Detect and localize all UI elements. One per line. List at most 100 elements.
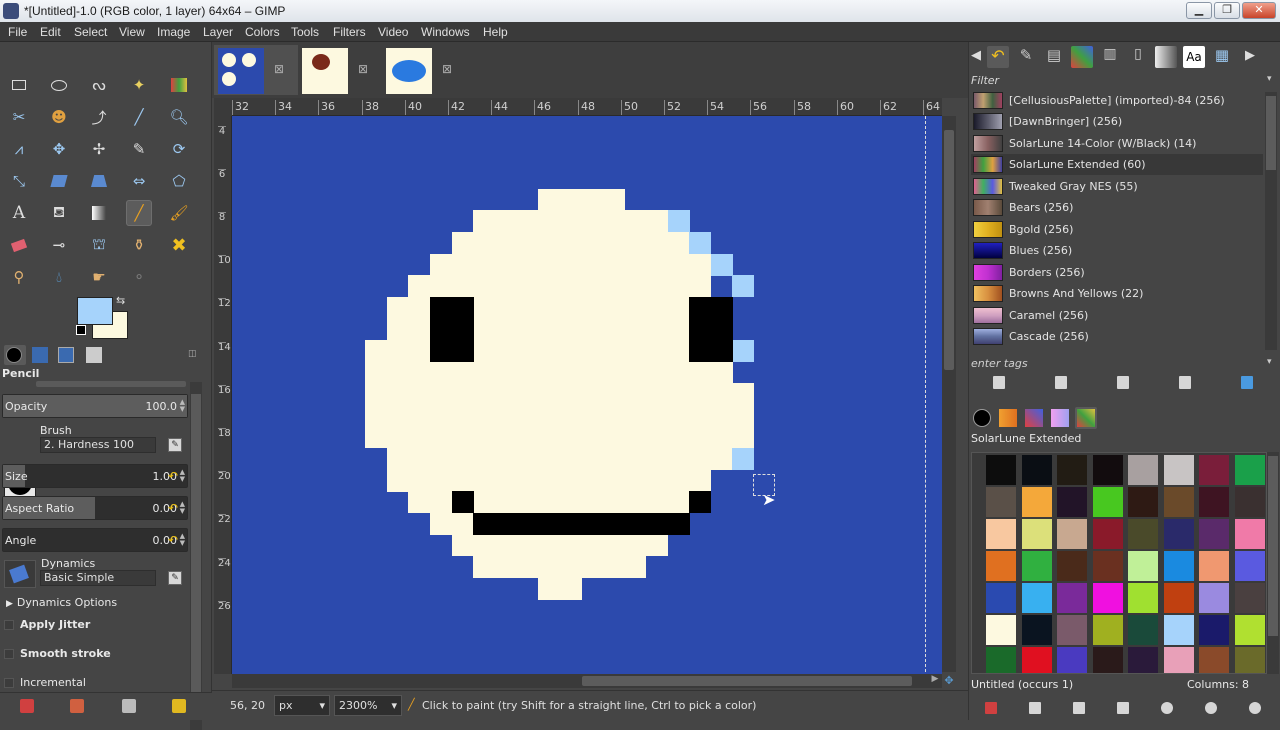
close-button[interactable]: ✕ [1242, 2, 1276, 19]
image-tab-smiley[interactable]: ⊠ [214, 45, 298, 95]
ellipse-select-tool-icon[interactable] [46, 72, 72, 98]
aspect-ratio-slider[interactable]: Aspect Ratio 0.00 ▲ ▼ [2, 496, 188, 520]
patterns-tab-icon[interactable]: ▤ [1043, 46, 1065, 68]
blur-sharpen-tool-icon[interactable]: 💧︎ [46, 264, 72, 290]
image-tab-fish[interactable]: ⊠ [382, 45, 466, 95]
list-item[interactable]: Caramel (256) [971, 305, 1263, 326]
list-item[interactable]: Cascade (256) [971, 326, 1263, 347]
tool-options-scroll-thumb[interactable] [191, 394, 201, 714]
palette-swatch[interactable] [1234, 615, 1265, 645]
columns-field[interactable]: Columns: 8 [1187, 678, 1249, 691]
palette-swatch[interactable] [1092, 551, 1123, 581]
tab-scroll-left-icon[interactable]: ◀ [971, 48, 981, 63]
list-item[interactable]: SolarLune 14-Color (W/Black) (14) [971, 133, 1263, 154]
text-tool-icon[interactable]: A [6, 200, 32, 226]
palette-swatch[interactable] [1057, 551, 1087, 581]
palette-swatch[interactable] [1057, 583, 1087, 613]
palette-swatch[interactable] [1128, 551, 1158, 581]
menu-view[interactable]: View [119, 25, 145, 39]
swatch-grid-scroll-thumb[interactable] [1268, 456, 1278, 636]
dynamics-edit-icon[interactable]: ✎ [168, 571, 182, 585]
palette-swatch[interactable] [1199, 615, 1229, 645]
ink-tool-icon[interactable]: ⛫ [86, 232, 112, 258]
gradient-tab-icon[interactable] [1049, 407, 1071, 429]
opacity-spinner-icon[interactable]: ▲ ▼ [180, 399, 185, 413]
dock-menu-icon[interactable]: ▾ [1267, 74, 1272, 84]
fuzzy-select-tool-icon[interactable]: ✦ [126, 72, 152, 98]
delete-options-icon[interactable] [122, 699, 136, 713]
palette-swatch[interactable] [1234, 455, 1265, 485]
list-item[interactable]: [CellusiousPalette] (imported)-84 (256) [971, 90, 1263, 111]
device-status-tab-icon[interactable] [30, 345, 52, 365]
dynamics-name-field[interactable]: Basic Simple [40, 570, 156, 586]
palette-swatch[interactable] [1092, 583, 1123, 613]
palette-swatch[interactable] [1021, 455, 1052, 485]
paintbrush-tool-icon[interactable]: 🖌︎ [166, 200, 192, 226]
pencil-tool-icon[interactable]: ╱ [126, 200, 152, 226]
perspective-clone-tool-icon[interactable]: ⚲ [6, 264, 32, 290]
blend-tool-icon[interactable] [86, 200, 112, 226]
palette-swatch[interactable] [1092, 615, 1123, 645]
crop-tool-icon[interactable]: ✎ [126, 136, 152, 162]
scale-tool-icon[interactable]: ⤡ [6, 168, 32, 194]
reset-options-icon[interactable] [172, 699, 186, 713]
menu-colors[interactable]: Colors [245, 25, 280, 39]
restore-options-icon[interactable] [70, 699, 84, 713]
palette-swatch[interactable] [1163, 455, 1194, 485]
tab-scroll-right-icon[interactable]: ▶ [1245, 48, 1255, 63]
templates-tab-icon[interactable]: ▦ [1211, 46, 1233, 68]
palette-swatch[interactable] [1021, 519, 1052, 549]
undo-history-tab-icon[interactable] [56, 345, 78, 365]
menu-image[interactable]: Image [157, 25, 190, 39]
edit-palette-icon[interactable] [993, 376, 1005, 389]
swatch-grid-scrollbar[interactable] [1267, 452, 1279, 674]
palette-swatch[interactable] [1199, 455, 1229, 485]
palette-swatch[interactable] [1057, 519, 1087, 549]
zoom-selector[interactable]: 2300% ▾ [334, 695, 402, 716]
airbrush-tool-icon[interactable]: ⊸ [46, 232, 72, 258]
images-tab-icon[interactable] [84, 345, 106, 365]
reset-colors-icon[interactable] [76, 325, 86, 335]
palette-swatch[interactable] [1234, 519, 1265, 549]
tags-dropdown-icon[interactable]: ▾ [1267, 357, 1272, 367]
measure-tool-icon[interactable]: ⩘ [6, 136, 32, 162]
tool-options-scrollbar[interactable] [190, 382, 202, 730]
smooth-stroke-checkbox[interactable]: Smooth stroke [4, 647, 111, 660]
palette-swatch[interactable] [1128, 455, 1158, 485]
colors-tab-icon[interactable] [1023, 407, 1045, 429]
palette-list-scroll-thumb[interactable] [1266, 96, 1276, 170]
palette-swatch[interactable] [1128, 583, 1158, 613]
palette-swatch[interactable] [1057, 615, 1087, 645]
horizontal-scrollbar[interactable] [232, 674, 942, 688]
edit-color-icon[interactable] [1029, 702, 1041, 714]
palette-swatch[interactable] [1092, 519, 1123, 549]
list-item[interactable]: Bgold (256) [971, 219, 1263, 240]
tags-input[interactable]: enter tags [971, 357, 1028, 370]
incremental-checkbox[interactable]: Incremental [4, 676, 86, 689]
palette-swatch[interactable] [1234, 647, 1265, 673]
rect-select-tool-icon[interactable] [6, 72, 32, 98]
flip-tool-icon[interactable]: ⇔ [126, 168, 152, 194]
brush-name-field[interactable]: 2. Hardness 100 [40, 437, 156, 453]
palette-swatch[interactable] [1163, 583, 1194, 613]
move-tool-icon[interactable]: ✥ [46, 136, 72, 162]
undo-history-tab-icon[interactable]: ↶ [987, 46, 1009, 68]
palette-swatch[interactable] [1092, 487, 1123, 517]
new-color-icon[interactable] [1073, 702, 1085, 714]
vertical-scroll-thumb[interactable] [944, 130, 954, 370]
horizontal-scroll-thumb[interactable] [582, 676, 912, 686]
swap-colors-icon[interactable]: ⇆ [116, 294, 125, 307]
vertical-ruler[interactable]: 4 6 8 10 12 14 16 18 20 22 24 26 [214, 116, 232, 674]
delete-color-icon[interactable] [1117, 702, 1129, 714]
cage-transform-tool-icon[interactable]: ⬠ [166, 168, 192, 194]
vertical-scrollbar[interactable] [942, 116, 956, 672]
image-tab-character[interactable]: ⊠ [298, 45, 382, 95]
unit-selector[interactable]: px ▾ [274, 695, 330, 716]
dynamics-preview-icon[interactable] [4, 560, 36, 588]
eraser-tool-icon[interactable] [6, 232, 32, 258]
palette-swatch[interactable] [986, 455, 1016, 485]
fonts-tab-icon[interactable]: Aa [1183, 46, 1205, 68]
horizontal-ruler[interactable]: 32 34 36 38 40 42 44 46 48 50 52 54 56 5… [232, 98, 942, 116]
size-slider[interactable]: Size 1.00 ▲ ▼ [2, 464, 188, 488]
save-palette-icon[interactable] [985, 702, 997, 714]
